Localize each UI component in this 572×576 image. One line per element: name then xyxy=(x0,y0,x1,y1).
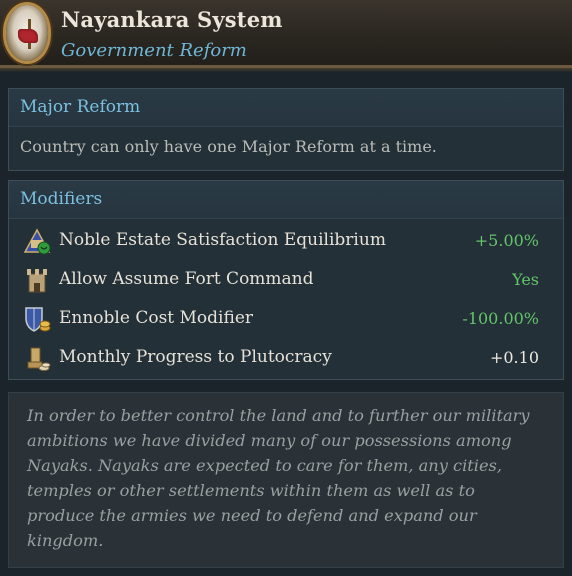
modifiers-section: Modifiers Noble Estate Satisfaction Equi… xyxy=(8,180,564,380)
modifier-row: Noble Estate Satisfaction Equilibrium +5… xyxy=(20,221,552,260)
modifier-row: Allow Assume Fort Command Yes xyxy=(20,260,552,299)
reform-type-subtitle: Government Reform xyxy=(61,40,247,61)
major-reform-section: Major Reform Country can only have one M… xyxy=(8,88,564,171)
reform-tooltip-panel: Nayankara System Government Reform Major… xyxy=(0,0,572,576)
modifier-value: +5.00% xyxy=(474,231,539,250)
modifier-row: Monthly Progress to Plutocracy +0.10 xyxy=(20,338,552,377)
reform-title: Nayankara System xyxy=(61,7,283,32)
reform-banner-emblem-icon xyxy=(6,5,48,61)
modifier-label: Noble Estate Satisfaction Equilibrium xyxy=(59,230,386,250)
reform-description: In order to better control the land and … xyxy=(8,392,564,568)
modifier-value: -100.00% xyxy=(462,309,539,328)
modifier-label: Monthly Progress to Plutocracy xyxy=(59,347,332,367)
shield-gold-icon xyxy=(25,307,51,332)
fort-tower-icon xyxy=(27,269,47,293)
major-reform-heading: Major Reform xyxy=(9,89,563,127)
major-reform-text: Country can only have one Major Reform a… xyxy=(20,137,437,156)
modifier-label: Ennoble Cost Modifier xyxy=(59,308,254,328)
modifiers-heading: Modifiers xyxy=(9,181,563,219)
modifier-value: +0.10 xyxy=(489,348,539,367)
tooltip-header: Nayankara System Government Reform xyxy=(0,0,572,72)
plutocracy-coins-icon xyxy=(27,347,51,371)
modifier-label: Allow Assume Fort Command xyxy=(59,269,314,289)
nobility-estate-icon xyxy=(23,228,51,255)
modifier-value: Yes xyxy=(512,270,539,289)
modifier-row: Ennoble Cost Modifier -100.00% xyxy=(20,299,552,338)
